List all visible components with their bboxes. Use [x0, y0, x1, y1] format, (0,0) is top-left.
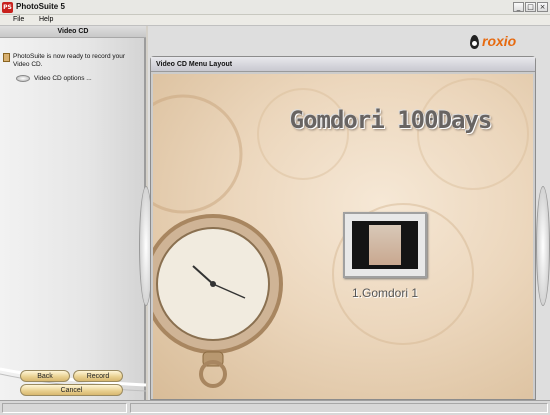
baby-photo	[369, 225, 401, 265]
back-button[interactable]: Back	[20, 370, 70, 382]
right-scroll-handle[interactable]	[536, 186, 550, 306]
record-button[interactable]: Record	[73, 370, 123, 382]
video-cd-options-link[interactable]: Video CD options ...	[34, 75, 92, 82]
menu-title: Gomdori 100Days	[289, 106, 493, 134]
status-message: PhotoSuite is now ready to record your V…	[13, 53, 126, 68]
info-icon	[3, 53, 10, 62]
cancel-button[interactable]: Cancel	[20, 384, 123, 396]
status-bar	[0, 400, 550, 415]
menu-file[interactable]: File	[13, 16, 24, 23]
left-panel: Video CD PhotoSuite is now ready to reco…	[0, 26, 146, 400]
status-segment	[2, 403, 127, 413]
panel-header: Video CD	[0, 26, 146, 38]
status-segment	[130, 403, 548, 413]
maximize-button[interactable]: □	[525, 2, 536, 12]
menu-layout-frame: Video CD Menu Layout Gomdori 100Days 1.G…	[150, 56, 536, 400]
title-bar: PS PhotoSuite 5 _ □ ×	[0, 0, 550, 15]
app-logo-icon: PS	[2, 2, 13, 13]
window-title: PhotoSuite 5	[16, 2, 65, 11]
frame-title: Video CD Menu Layout	[151, 57, 535, 72]
close-button[interactable]: ×	[537, 2, 548, 12]
logo-text: roxio	[482, 33, 517, 49]
menu-help[interactable]: Help	[39, 16, 53, 23]
menu-item-thumbnail[interactable]	[343, 212, 427, 278]
minimize-button[interactable]: _	[513, 2, 524, 12]
main-area: roxio Video CD Menu Layout Gomdori 100Da…	[139, 26, 550, 400]
roxio-logo: roxio	[470, 33, 540, 50]
roxio-drop-icon	[470, 35, 479, 49]
menu-item-label[interactable]: 1.Gomdori 1	[339, 286, 431, 300]
photo-thumbnail	[352, 221, 418, 269]
menu-bar: File Help	[0, 15, 550, 26]
disc-icon[interactable]	[16, 75, 30, 82]
menu-preview-canvas: Gomdori 100Days 1.Gomdori 1	[153, 74, 533, 399]
